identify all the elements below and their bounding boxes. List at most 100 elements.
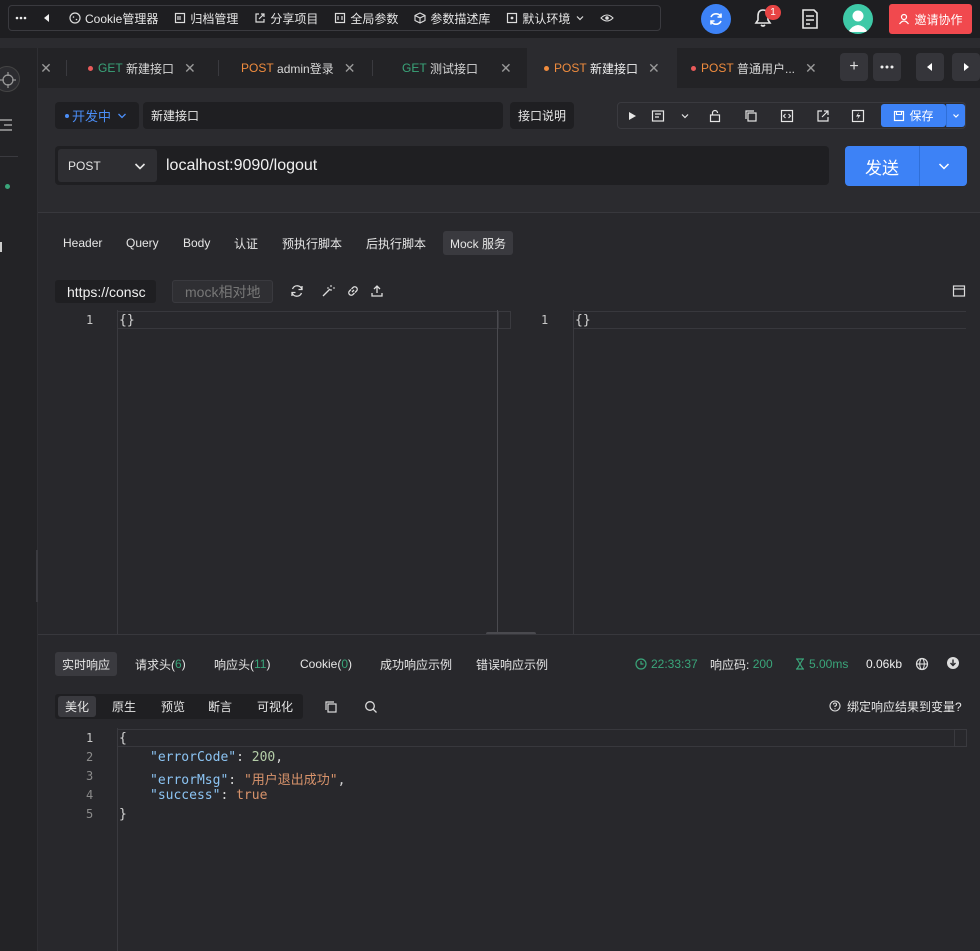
tab-header[interactable]: Header (56, 231, 109, 255)
mock-url-field[interactable]: https://consc (55, 280, 156, 303)
magic-wand-icon[interactable] (321, 284, 335, 298)
close-icon[interactable]: ✕ (184, 60, 196, 77)
tab-scroll-right-button[interactable] (952, 53, 980, 81)
avatar[interactable] (843, 4, 873, 34)
run-icon[interactable] (625, 109, 639, 123)
help-icon (829, 700, 841, 712)
paren: ) (181, 657, 186, 671)
cookie-manager-button[interactable]: Cookie管理器 (61, 6, 166, 30)
tab-get-test-api[interactable]: GET 测试接口 ✕ (402, 48, 522, 88)
tab-post-new-api[interactable]: POST 新建接口 ✕ (527, 48, 677, 88)
duration-value: 5.00ms (809, 657, 849, 671)
env-status-select[interactable]: 开发中 (55, 102, 139, 129)
copy-icon[interactable] (324, 700, 338, 714)
code-icon[interactable] (780, 109, 794, 123)
document-icon[interactable] (800, 8, 820, 30)
api-description-button[interactable]: 接口说明 (510, 102, 574, 129)
archive-button[interactable]: 归档管理 (166, 6, 246, 30)
tab-cookie[interactable]: Cookie(0) (293, 652, 359, 676)
url-input[interactable]: localhost:9090/logout (166, 149, 317, 182)
tab-auth[interactable]: 认证 (227, 231, 265, 255)
copy-icon[interactable] (744, 109, 758, 123)
close-icon[interactable]: ✕ (344, 60, 356, 77)
close-icon[interactable]: ✕ (500, 60, 512, 77)
archive-label: 归档管理 (190, 11, 239, 26)
tab-more-button[interactable] (873, 53, 901, 81)
more-icon[interactable] (9, 6, 33, 30)
chevron-down-icon (134, 162, 146, 170)
tab-mock-service[interactable]: Mock 服务 (443, 231, 514, 255)
sync-button[interactable] (701, 4, 731, 34)
globe-icon[interactable] (915, 657, 929, 671)
scroll-thumb[interactable] (498, 311, 511, 329)
save-button[interactable]: 保存 (881, 104, 946, 127)
eye-icon[interactable] (594, 6, 620, 30)
tab-label: 测试接口 (430, 61, 479, 76)
external-link-icon[interactable] (816, 109, 830, 123)
download-icon[interactable] (946, 656, 960, 670)
mock-path-input[interactable]: mock相对地 (172, 280, 273, 303)
upload-icon[interactable] (370, 284, 384, 298)
tab-error-example[interactable]: 错误响应示例 (469, 652, 555, 676)
global-params-button[interactable]: 全局参数 (326, 6, 406, 30)
request-editor-area (38, 212, 980, 634)
view-visualize[interactable]: 可视化 (250, 696, 300, 717)
unlock-icon[interactable] (708, 109, 722, 123)
chevron-down-icon[interactable] (678, 109, 692, 123)
close-icon[interactable]: ✕ (805, 60, 817, 77)
tab-post-script[interactable]: 后执行脚本 (359, 231, 433, 255)
share-project-button[interactable]: 分享项目 (246, 6, 326, 30)
editor-gutter-line (117, 728, 118, 951)
editor-gutter-line (573, 310, 574, 634)
tab-scroll-left-button[interactable] (916, 53, 944, 81)
share-project-label: 分享项目 (270, 11, 319, 26)
chevron-down-icon (938, 163, 949, 170)
tab-realtime-response[interactable]: 实时响应 (55, 652, 118, 676)
tab-body[interactable]: Body (176, 231, 217, 255)
doc-view-icon[interactable] (651, 109, 665, 123)
plus-icon: + (849, 58, 859, 75)
tab-response-headers[interactable]: 响应头(11) (207, 652, 277, 676)
send-options-button[interactable] (920, 146, 967, 186)
refresh-icon[interactable] (290, 284, 304, 298)
lightning-icon[interactable] (851, 109, 865, 123)
add-tab-button[interactable]: + (840, 53, 868, 81)
tab-pre-script[interactable]: 预执行脚本 (275, 231, 349, 255)
mock-request-code[interactable]: {} (119, 313, 135, 328)
link-icon[interactable] (346, 284, 360, 298)
list-icon[interactable] (0, 118, 12, 132)
layout-icon[interactable] (952, 284, 966, 298)
tab-request-headers[interactable]: 请求头(6) (128, 652, 193, 676)
tab-success-example[interactable]: 成功响应示例 (373, 652, 459, 676)
tab-get-new-api[interactable]: GET 新建接口 ✕ (88, 48, 216, 88)
method-select[interactable]: POST (58, 149, 157, 182)
tab-post-normal-user[interactable]: POST 普通用户... ✕ (691, 48, 821, 88)
target-icon[interactable] (0, 66, 20, 92)
view-assert[interactable]: 断言 (201, 696, 239, 717)
close-icon[interactable]: ✕ (648, 60, 660, 77)
view-pretty[interactable]: 美化 (58, 696, 97, 717)
view-raw[interactable]: 原生 (105, 696, 143, 717)
collapse-left-icon[interactable] (33, 6, 61, 30)
tab-close-partial[interactable]: ✕ (38, 48, 54, 88)
response-time: 22:33:37 (628, 652, 705, 676)
close-icon[interactable]: ✕ (40, 60, 52, 77)
search-icon[interactable] (364, 700, 378, 714)
save-options-button[interactable] (946, 104, 965, 127)
scroll-thumb[interactable] (954, 729, 967, 747)
chevron-down-icon (118, 113, 126, 118)
editor-scrollbar[interactable] (497, 310, 498, 634)
tab-query[interactable]: Query (119, 231, 166, 255)
invite-collab-button[interactable]: 邀请协作 (889, 4, 972, 34)
view-preview[interactable]: 预览 (154, 696, 192, 717)
api-name-input[interactable]: 新建接口 (143, 102, 503, 129)
mock-response-code[interactable]: {} (575, 313, 591, 328)
environment-select[interactable]: 默认环境 (498, 6, 594, 30)
caret-left-icon (927, 63, 932, 71)
param-library-button[interactable]: 参数描述库 (406, 6, 498, 30)
param-library-label: 参数描述库 (430, 11, 491, 26)
send-button[interactable]: 发送 (845, 146, 919, 186)
bind-response-variable[interactable]: 绑定响应结果到变量? (822, 694, 969, 718)
paren: ) (348, 657, 353, 671)
tab-post-admin-login[interactable]: POST admin登录 ✕ (241, 48, 366, 88)
